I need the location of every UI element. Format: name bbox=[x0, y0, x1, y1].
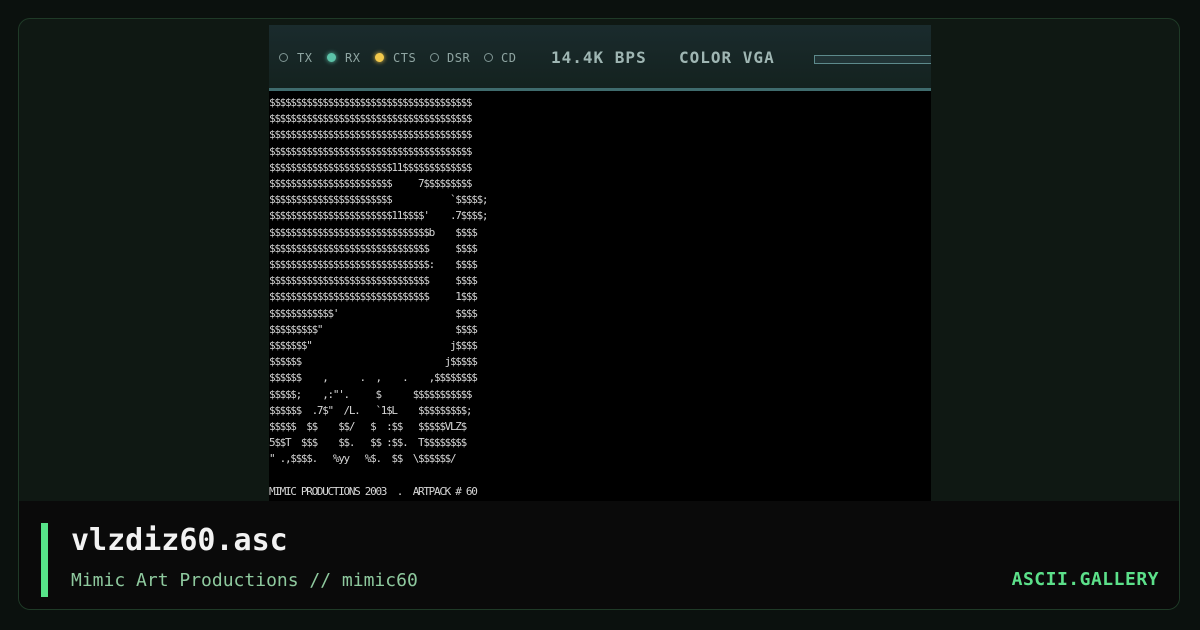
dsr-label: DSR bbox=[447, 51, 471, 65]
cts-label: CTS bbox=[393, 51, 417, 65]
site-brand: ASCII.GALLERY bbox=[1011, 569, 1159, 590]
cd-indicator-icon bbox=[484, 53, 493, 62]
dsr-indicator-icon bbox=[430, 53, 439, 62]
tx-indicator-icon bbox=[279, 53, 288, 62]
card-frame: TX RX CTS DSR CD 14.4K BPS COLOR VGA $$$… bbox=[18, 18, 1180, 610]
cts-indicator-icon bbox=[375, 53, 384, 62]
display-mode: COLOR VGA bbox=[679, 48, 775, 67]
file-title: vlzdiz60.asc bbox=[71, 523, 288, 558]
terminal-screen: TX RX CTS DSR CD 14.4K BPS COLOR VGA $$$… bbox=[269, 25, 931, 505]
rx-label: RX bbox=[345, 51, 361, 65]
cd-label: CD bbox=[501, 51, 517, 65]
modem-status-bar: TX RX CTS DSR CD 14.4K BPS COLOR VGA bbox=[269, 25, 931, 91]
tx-label: TX bbox=[297, 51, 313, 65]
accent-bar bbox=[41, 523, 48, 597]
connection-speed: 14.4K BPS bbox=[551, 48, 647, 67]
rx-indicator-icon bbox=[327, 53, 336, 62]
artist-credit: Mimic Art Productions // mimic60 bbox=[71, 570, 418, 591]
ascii-art-viewport: $$$$$$$$$$$$$$$$$$$$$$$$$$$$$$$$$$$$$$ $… bbox=[269, 95, 599, 505]
signal-meter bbox=[814, 55, 931, 64]
ascii-art: $$$$$$$$$$$$$$$$$$$$$$$$$$$$$$$$$$$$$$ $… bbox=[269, 96, 489, 498]
caption-bar: vlzdiz60.asc Mimic Art Productions // mi… bbox=[19, 501, 1179, 609]
